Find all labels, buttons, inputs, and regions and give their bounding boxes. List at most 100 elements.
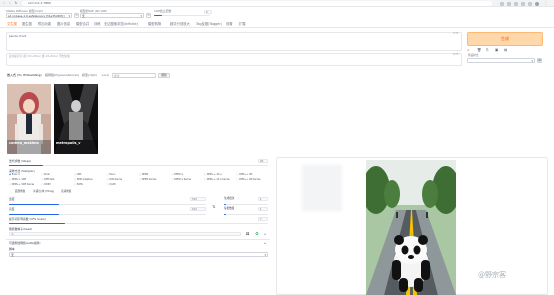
hires-fix-checkbox[interactable]: 高清修复 [61,190,71,194]
recycle-icon[interactable]: ♻ [255,231,259,236]
sampler-option[interactable]: ○ LMS Karras [107,178,123,181]
prompt-input[interactable]: panda, front [6,32,462,51]
tab-extras[interactable]: 附加功能 [38,22,51,26]
sampler-option[interactable]: ○ DDIM [42,183,51,186]
dice-icon[interactable]: ⚄ [246,231,249,236]
negative-prompt-input[interactable]: 反向提示词 (按 Ctrl+Enter 或 Alt+Enter 开始生成) [6,53,462,66]
sampler-option[interactable]: ◉ Euler a [9,173,20,176]
lora-card-metropolis[interactable]: metropolis_v [54,84,98,154]
extra-networks-accordion[interactable]: 可选附加网络(LoRA插件) [9,242,41,245]
sampler-option[interactable]: ○ DPM2 a [172,173,183,176]
tab-hypernetworks[interactable]: 超网络(Hypernetworks) [45,74,79,77]
tab-embedding[interactable]: 嵌入式 (T.I. Embedding) [7,74,42,77]
vae-select[interactable]: 无 ▾ [80,13,144,18]
sampler-option[interactable]: ○ Heun [107,173,116,176]
save-icon[interactable]: ▤ [504,48,508,52]
sampler-option[interactable]: ○ Euler [42,173,51,176]
batch-size-value[interactable]: 1 [258,207,268,211]
tab-extensions[interactable]: 扩展 [239,22,246,26]
sampler-option-label: LMS [76,173,82,176]
generate-button[interactable]: 生成 [467,32,543,46]
sampler-option[interactable]: ○ DPM2 Karras [139,178,157,181]
image-icon[interactable]: ▣ [495,48,499,52]
sampler-option[interactable]: ○ DPM++ SDE [9,178,26,181]
extension-icon[interactable] [521,1,525,6]
sampler-option[interactable]: ○ DPM2 [139,173,149,176]
clipboard-icon[interactable]: ⎘ [486,48,490,52]
back-icon[interactable]: ‹ [2,1,6,5]
styles-select[interactable]: ▾ [467,58,535,63]
chevron-left-icon[interactable]: ◂ [264,241,266,245]
sampler-option[interactable]: ○ DPM++ 2S a Karras [204,178,230,181]
save-style-icon[interactable]: ▦ [537,58,542,63]
tab-infinite-browser[interactable]: 无边图像浏览(Infinite) [104,22,138,26]
menu-icon[interactable]: ⋮ [544,1,548,5]
sampler-option[interactable]: ○ LMS [74,173,82,176]
batch-count-slider[interactable] [224,204,268,206]
steps-value[interactable]: 20 [258,159,268,163]
height-slider[interactable] [9,214,206,216]
sampler-option[interactable]: ○ DPM2 a Karras [172,178,192,181]
sampler-option[interactable]: ○ DPM++ SDE Karras [9,183,34,186]
extension-icon[interactable] [500,1,504,6]
tiling-checkbox[interactable]: 平铺/分块 (Tiling) [33,190,54,194]
batch-size-slider[interactable] [224,214,268,216]
tab-upscale[interactable]: 超清分割放大 [170,22,190,26]
tab-tagger[interactable]: Tag反推(Tagger) [196,22,222,26]
batch-count-label: 生成批次 [224,197,235,200]
reload-icon[interactable]: ↻ [14,1,18,5]
extension-icon[interactable] [514,1,518,6]
sampler-option-label: DPM++ 2S a [206,173,222,176]
batch-count-value[interactable]: 1 [258,197,268,201]
generated-image[interactable] [366,160,456,295]
swap-dimensions-icon[interactable]: ⇅ [212,204,215,209]
sampler-option[interactable]: ○ DPM++ 2M [237,173,253,176]
tab-img2img[interactable]: 图生图 [22,22,32,26]
restore-faces-checkbox[interactable]: 面部修复 [15,190,25,194]
tab-png-info[interactable]: 图片信息 [57,22,70,26]
address-bar[interactable]: 127.0.0.1:7860 [22,1,492,6]
chevron-left-icon[interactable]: ◂ [264,232,266,236]
sampler-option-label: DPM2 [141,173,149,176]
browser-toolbar: ‹ › ↻ 127.0.0.1:7860 ⋮ [0,0,554,7]
tab-model-convert[interactable]: 模型转换 [148,22,161,26]
arrow-icon[interactable]: ↙ [467,48,471,52]
refresh-icon[interactable]: ↻ [146,13,151,18]
refresh-button[interactable]: 刷新 [158,73,170,78]
extension-icon[interactable] [507,1,511,6]
sampler-option[interactable]: ○ DPM fast [42,178,55,181]
search-input[interactable]: 搜索 [112,73,156,78]
clip-slider[interactable] [154,15,210,17]
prompt-text: panda, front [9,34,27,38]
sampler-option[interactable]: ○ DPM++ 2M Karras [237,178,261,181]
sampler-option[interactable]: ○ DPM adaptive [74,178,93,181]
sampler-option-label: DPM2 Karras [141,178,157,181]
clip-value[interactable]: 2 [204,10,212,14]
sampler-option[interactable]: ○ PLMS [74,183,83,186]
forward-icon[interactable]: › [8,1,12,5]
model-select[interactable]: sd-xl-base-1.0.safetensors [31e35c80fc] … [6,13,72,18]
tab-settings[interactable]: 设置 [226,22,233,26]
script-select[interactable]: 无 ▾ [9,252,268,257]
extension-icon[interactable] [528,1,532,6]
tab-merge[interactable]: 模型合并 [76,22,89,26]
tab-lora[interactable]: Lora [102,74,109,77]
cfg-value[interactable]: 7 [258,217,268,221]
tab-checkpoints[interactable]: 模型(ckpt) [82,74,97,77]
search-placeholder: 搜索 [114,73,120,78]
tab-txt2img[interactable]: 文生图 [7,22,17,26]
refresh-icon[interactable]: ↻ [74,13,79,18]
cfg-slider[interactable] [9,223,268,225]
trash-icon[interactable]: 🗑 [477,48,481,52]
tabs-divider [0,27,554,28]
seed-input[interactable]: -1 [9,232,241,236]
profile-avatar[interactable] [535,1,539,6]
sampler-option[interactable]: ○ UniPC [107,183,117,186]
sampler-option[interactable]: ○ DPM++ 2S a [204,173,222,176]
width-slider[interactable] [9,204,206,206]
tab-train[interactable]: 训练 [94,22,101,26]
width-value[interactable]: 512 [190,197,206,201]
height-value[interactable]: 512 [190,207,206,211]
steps-slider[interactable] [9,165,268,167]
lora-card-makima[interactable]: corneo_makima [7,84,51,154]
